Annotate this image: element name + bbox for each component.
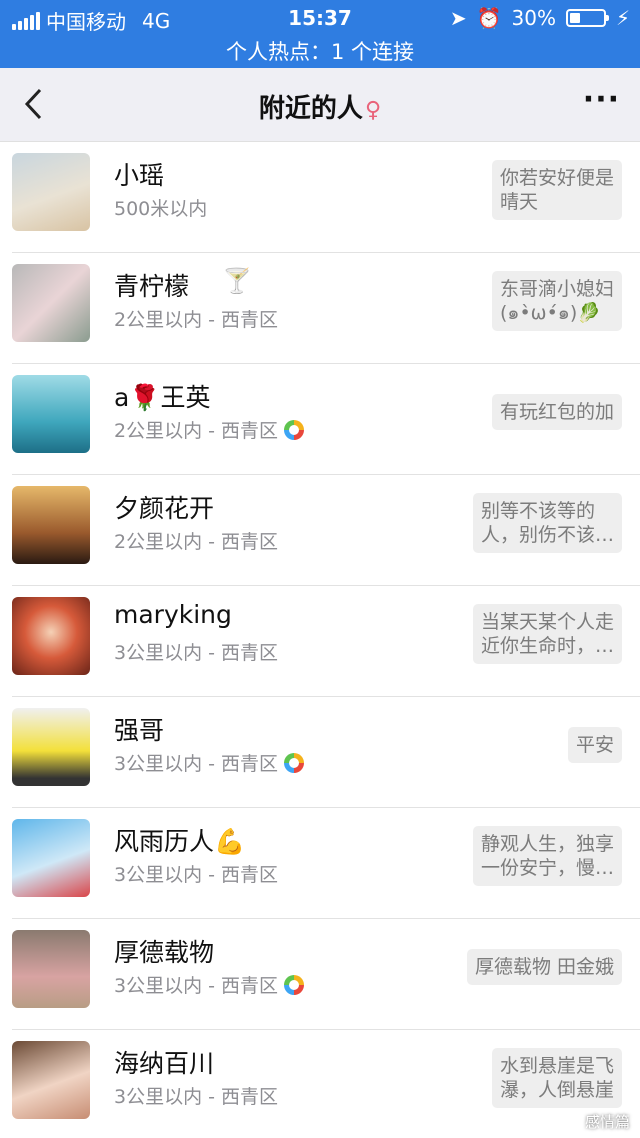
more-dots-icon[interactable]: ···: [583, 85, 620, 115]
people-list: 小瑶 500米以内 你若安好便是 晴天青柠檬 🍸 2公里以内 - 西青区 东哥滴小媳妇 (๑•…: [0, 142, 640, 1138]
distance-text: 3公里以内 - 西青区: [114, 753, 279, 775]
signature-line: 有玩红包的加: [499, 401, 614, 423]
list-item[interactable]: 青柠檬 🍸 2公里以内 - 西青区 东哥滴小媳妇 (๑•̀ω•́๑)🥬: [0, 253, 640, 364]
avatar[interactable]: [12, 930, 90, 1008]
location-arrow-icon: ➤: [449, 6, 467, 30]
page-title: 附近的人♀: [0, 88, 640, 125]
signature-line: 厚德载物 田金娥: [474, 956, 614, 978]
person-name: 强哥: [114, 716, 165, 745]
avatar[interactable]: [12, 375, 90, 453]
signature-bubble: 别等不该等的 人，别伤不该…: [472, 493, 622, 553]
signature-line: 一份安宁，慢…: [480, 857, 614, 879]
distance-text: 3公里以内 - 西青区: [114, 1086, 279, 1108]
signature-line: (๑•̀ω•́๑)🥬: [499, 302, 601, 324]
distance-text: 3公里以内 - 西青区: [114, 642, 279, 664]
signature-line: 静观人生，独享: [480, 833, 614, 855]
distance-label: 3公里以内 - 西青区: [114, 860, 278, 887]
signature-bubble: 厚德载物 田金娥: [466, 949, 622, 985]
avatar[interactable]: [12, 819, 90, 897]
list-item[interactable]: 强哥 3公里以内 - 西青区 平安: [0, 697, 640, 808]
signature-bubble: 平安: [567, 727, 622, 763]
charging-icon: ⚡: [615, 6, 630, 30]
moments-icon: [284, 752, 305, 773]
female-icon: ♀: [364, 98, 382, 123]
list-item[interactable]: maryking 3公里以内 - 西青区 当某天某个人走 近你生命时，…: [0, 586, 640, 697]
signature-line: 水到悬崖是飞: [499, 1055, 614, 1077]
distance-label: 3公里以内 - 西青区: [114, 638, 278, 665]
battery-icon: [565, 9, 609, 27]
moments-icon: [284, 419, 305, 440]
signature-line: 别等不该等的: [480, 500, 595, 522]
person-name: 夕颜花开: [114, 494, 215, 523]
list-item[interactable]: 海纳百川 3公里以内 - 西青区 水到悬崖是飞 瀑，人倒悬崖: [0, 1030, 640, 1138]
distance-text: 3公里以内 - 西青区: [114, 864, 279, 886]
signature-line: 人，别伤不该…: [480, 524, 614, 546]
person-name: maryking: [114, 600, 232, 629]
avatar[interactable]: [12, 153, 90, 231]
alarm-clock-icon: ⏰: [476, 6, 502, 30]
moments-icon: [284, 974, 305, 995]
person-name: a🌹王英: [114, 383, 211, 412]
signature-bubble: 有玩红包的加: [491, 394, 622, 430]
list-item[interactable]: 小瑶 500米以内 你若安好便是 晴天: [0, 142, 640, 253]
hotspot-banner[interactable]: 个人热点：1 个连接: [0, 36, 640, 66]
person-name: 青柠檬: [114, 272, 190, 301]
signature-bubble: 东哥滴小媳妇 (๑•̀ω•́๑)🥬: [491, 271, 622, 331]
distance-label: 2公里以内 - 西青区: [114, 305, 278, 332]
signature-line: 晴天: [499, 191, 538, 213]
watermark-text: 感情篇: [584, 1113, 630, 1131]
signature-line: 近你生命时，…: [480, 635, 614, 657]
page-title-text: 附近的人: [258, 94, 363, 124]
signature-line: 你若安好便是: [499, 167, 614, 189]
list-item[interactable]: 风雨历人💪 3公里以内 - 西青区 静观人生，独享 一份安宁，慢…: [0, 808, 640, 919]
person-name: 海纳百川: [114, 1049, 215, 1078]
distance-label: 2公里以内 - 西青区: [114, 416, 305, 443]
avatar[interactable]: [12, 597, 90, 675]
distance-label: 3公里以内 - 西青区: [114, 971, 305, 998]
distance-label: 500米以内: [114, 194, 207, 221]
distance-text: 2公里以内 - 西青区: [114, 309, 279, 331]
distance-label: 2公里以内 - 西青区: [114, 527, 278, 554]
signature-line: 东哥滴小媳妇: [499, 278, 614, 300]
distance-text: 2公里以内 - 西青区: [114, 420, 279, 442]
signature-line: 平安: [575, 734, 614, 756]
signature-bubble: 当某天某个人走 近你生命时，…: [472, 604, 622, 664]
avatar[interactable]: [12, 486, 90, 564]
battery-percent: 30%: [511, 6, 556, 30]
signature-bubble: 你若安好便是 晴天: [491, 160, 622, 220]
avatar[interactable]: [12, 1041, 90, 1119]
signature-line: 当某天某个人走: [480, 611, 614, 633]
status-bar: 中国移动 4G 15:37 ➤ ⏰ 30% ⚡ 个人热点：1 个连接: [0, 0, 640, 68]
distance-text: 500米以内: [114, 198, 208, 220]
person-name: 风雨历人💪: [114, 827, 246, 856]
nav-bar: 附近的人♀ ···: [0, 68, 640, 142]
distance-text: 2公里以内 - 西青区: [114, 531, 279, 553]
list-item[interactable]: 厚德载物 3公里以内 - 西青区 厚德载物 田金娥: [0, 919, 640, 1030]
list-item[interactable]: 夕颜花开 2公里以内 - 西青区 别等不该等的 人，别伤不该…: [0, 475, 640, 586]
signature-line: 瀑，人倒悬崖: [499, 1079, 614, 1101]
person-name: 厚德载物: [114, 938, 215, 967]
signature-bubble: 静观人生，独享 一份安宁，慢…: [472, 826, 622, 886]
avatar[interactable]: [12, 264, 90, 342]
distance-label: 3公里以内 - 西青区: [114, 1082, 278, 1109]
name-emoji: 🍸: [222, 267, 252, 295]
list-item[interactable]: a🌹王英 2公里以内 - 西青区 有玩红包的加: [0, 364, 640, 475]
distance-text: 3公里以内 - 西青区: [114, 975, 279, 997]
distance-label: 3公里以内 - 西青区: [114, 749, 305, 776]
signature-bubble: 水到悬崖是飞 瀑，人倒悬崖: [491, 1048, 622, 1108]
avatar[interactable]: [12, 708, 90, 786]
person-name: 小瑶: [114, 161, 165, 190]
